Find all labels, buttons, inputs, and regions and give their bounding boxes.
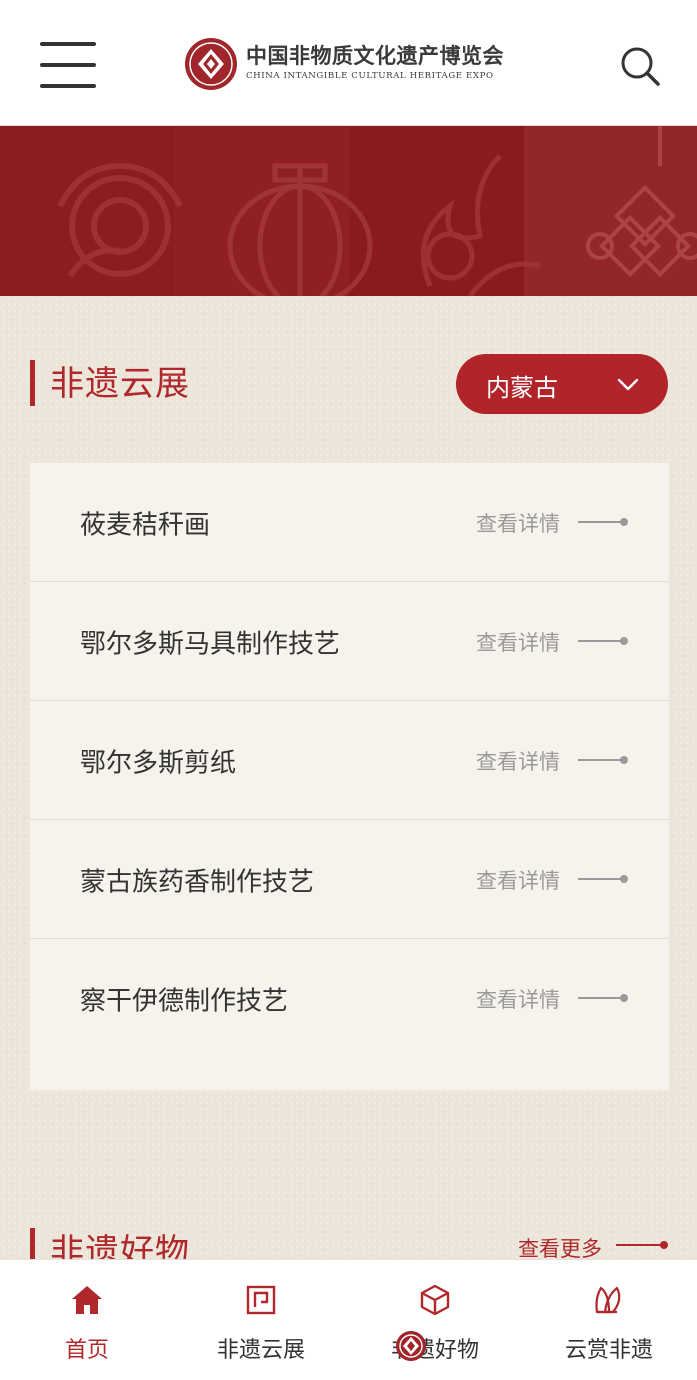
line-arrow-icon [578,875,628,883]
region-select-value: 内蒙古 [486,374,558,402]
fan-icon [595,1286,621,1314]
list-item-title: 蒙古族药香制作技艺 [80,867,315,898]
list-item-title: 鄂尔多斯马具制作技艺 [80,629,341,660]
region-select[interactable]: 内蒙古 [456,354,668,414]
line-arrow-icon [578,994,628,1002]
view-details-link[interactable]: 查看详情 [476,984,560,1014]
floating-emblem-icon[interactable] [395,1330,427,1362]
section-title-exhibit: 非遗云展 [50,364,190,404]
app-header: 中国非物质文化遗产博览会 CHINA INTANGIBLE CULTURAL H… [0,0,697,126]
list-item[interactable]: 莜麦秸秆画 查看详情 [30,463,669,582]
logo-title-en: CHINA INTANGIBLE CULTURAL HERITAGE EXPO [246,71,494,81]
list-item[interactable]: 蒙古族药香制作技艺 查看详情 [30,820,669,939]
main-content: 非遗云展 内蒙古 莜麦秸秆画 查看详情 鄂尔多斯马具制作技艺 查看详情 鄂尔多斯… [0,296,697,1274]
exhibit-frame-icon [246,1285,276,1315]
view-details-link[interactable]: 查看详情 [476,746,560,776]
nav-item-exhibit[interactable]: 非遗云展 [174,1260,348,1380]
hamburger-menu-icon[interactable] [40,42,96,88]
line-arrow-icon [578,637,628,645]
list-item[interactable]: 鄂尔多斯剪纸 查看详情 [30,701,669,820]
bottom-nav: 首页 非遗云展 非遗好物 云赏非遗 [0,1259,697,1380]
view-details-link[interactable]: 查看详情 [476,865,560,895]
expo-logo[interactable]: 中国非物质文化遗产博览会 CHINA INTANGIBLE CULTURAL H… [184,37,524,91]
list-item[interactable]: 察干伊德制作技艺 查看详情 [30,939,669,1057]
nav-item-cloud[interactable]: 云赏非遗 [522,1260,696,1380]
view-details-link[interactable]: 查看详情 [476,508,560,538]
search-icon[interactable] [618,44,662,88]
expo-emblem-icon [185,38,237,90]
nav-item-goods[interactable]: 非遗好物 [348,1260,522,1380]
nav-label-exhibit: 非遗云展 [216,1338,305,1363]
view-details-link[interactable]: 查看详情 [476,627,560,657]
exhibit-list: 莜麦秸秆画 查看详情 鄂尔多斯马具制作技艺 查看详情 鄂尔多斯剪纸 查看详情 蒙… [30,463,669,1090]
box-icon [420,1284,450,1316]
section-header-exhibit: 非遗云展 [30,352,330,412]
nav-label-cloud: 云赏非遗 [564,1338,653,1363]
line-arrow-icon [578,756,628,764]
nav-label-goods: 非遗好物 [390,1338,479,1363]
section-accent-bar [30,360,35,406]
list-item-title: 察干伊德制作技艺 [80,986,289,1017]
list-item-title: 鄂尔多斯剪纸 [80,748,237,779]
list-item-title: 莜麦秸秆画 [80,510,211,541]
hero-banner [0,126,697,296]
nav-label-home: 首页 [64,1338,109,1363]
banner-pattern-image [0,126,697,296]
line-arrow-icon [616,1241,668,1249]
nav-item-home[interactable]: 首页 [0,1260,174,1380]
chevron-down-icon [617,378,639,391]
logo-title-cn: 中国非物质文化遗产博览会 [246,43,504,68]
home-icon [72,1286,102,1314]
list-item[interactable]: 鄂尔多斯马具制作技艺 查看详情 [30,582,669,701]
line-arrow-icon [578,518,628,526]
